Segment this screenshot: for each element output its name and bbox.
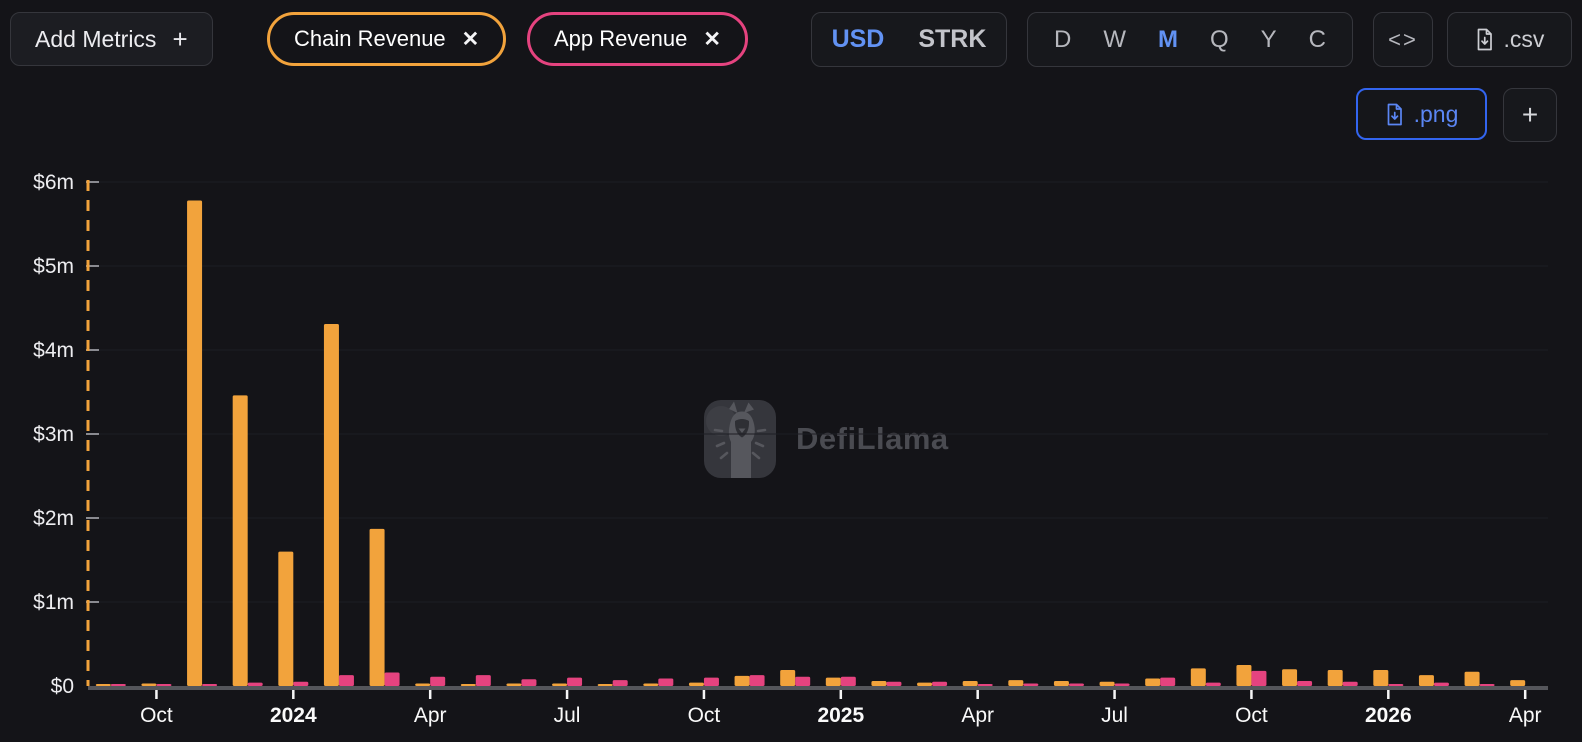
x-axis-tick bbox=[1387, 690, 1390, 699]
chart-bar-app-revenue-jan-2026[interactable] bbox=[1388, 684, 1403, 686]
chart-bar-app-revenue-mar-2025[interactable] bbox=[932, 682, 947, 686]
x-axis-tick bbox=[703, 690, 706, 699]
x-axis-tick bbox=[429, 690, 432, 699]
chart-bar-app-revenue-nov-2025[interactable] bbox=[1297, 681, 1312, 686]
chart-bar-app-revenue-sep-2024[interactable] bbox=[658, 678, 673, 686]
chart-bar-chain-revenue-nov-2024[interactable] bbox=[735, 676, 750, 686]
chart-bar-app-revenue-apr-2025[interactable] bbox=[978, 684, 993, 686]
y-axis-label: $1m bbox=[33, 591, 74, 614]
y-axis-label: $6m bbox=[33, 171, 74, 194]
x-axis-tick bbox=[566, 690, 569, 699]
x-axis-label: Apr bbox=[414, 704, 447, 727]
x-axis-label: Jul bbox=[554, 704, 581, 727]
x-axis-label: Oct bbox=[140, 704, 173, 727]
chart-bar-chain-revenue-mar-2024[interactable] bbox=[370, 529, 385, 686]
x-axis-label: 2026 bbox=[1365, 704, 1412, 727]
chart-bar-chain-revenue-dec-2024[interactable] bbox=[780, 670, 795, 686]
chart-bar-app-revenue-jan-2025[interactable] bbox=[841, 677, 856, 686]
chart-bar-chain-revenue-oct-2025[interactable] bbox=[1236, 665, 1251, 686]
chart-bar-chain-revenue-jun-2024[interactable] bbox=[506, 683, 521, 686]
chart-bar-app-revenue-jul-2024[interactable] bbox=[567, 678, 582, 686]
chart-bar-app-revenue-feb-2025[interactable] bbox=[886, 682, 901, 686]
chart-bar-app-revenue-nov-2024[interactable] bbox=[750, 675, 765, 686]
chart-bar-app-revenue-mar-2024[interactable] bbox=[385, 673, 400, 686]
chart-bar-chain-revenue-sep-2024[interactable] bbox=[643, 683, 658, 686]
chart-bar-app-revenue-dec-2023[interactable] bbox=[248, 683, 263, 686]
chart-bar-app-revenue-oct-2025[interactable] bbox=[1251, 671, 1266, 686]
chart-bar-chain-revenue-oct-2023[interactable] bbox=[141, 683, 156, 686]
chart-bar-chain-revenue-feb-2024[interactable] bbox=[324, 324, 339, 686]
chart-bar-chain-revenue-jun-2025[interactable] bbox=[1054, 681, 1069, 686]
chart-bar-chain-revenue-jan-2024[interactable] bbox=[278, 552, 293, 686]
chart-bar-chain-revenue-apr-2024[interactable] bbox=[415, 683, 430, 686]
x-axis-tick bbox=[1250, 690, 1253, 699]
y-axis-label: $3m bbox=[33, 423, 74, 446]
y-axis-label: $5m bbox=[33, 255, 74, 278]
chart-bar-app-revenue-dec-2024[interactable] bbox=[795, 677, 810, 686]
chart-bar-chain-revenue-apr-2025[interactable] bbox=[963, 681, 978, 686]
x-axis-tick bbox=[292, 690, 295, 699]
chart-bar-app-revenue-sep-2025[interactable] bbox=[1206, 683, 1221, 686]
chart-bar-app-revenue-oct-2023[interactable] bbox=[156, 684, 171, 686]
chart-bar-app-revenue-jan-2024[interactable] bbox=[293, 682, 308, 686]
chart-bar-chain-revenue-sep-2025[interactable] bbox=[1191, 668, 1206, 686]
chart-bar-chain-revenue-nov-2023[interactable] bbox=[187, 200, 202, 686]
chart-bar-chain-revenue-feb-2025[interactable] bbox=[871, 681, 886, 686]
chart-bar-chain-revenue-jul-2025[interactable] bbox=[1100, 682, 1115, 686]
chart-bar-app-revenue-sep-2023[interactable] bbox=[111, 684, 126, 686]
chart-bar-chain-revenue-jan-2026[interactable] bbox=[1373, 670, 1388, 686]
chart-bar-app-revenue-feb-2026[interactable] bbox=[1434, 683, 1449, 686]
chart-bar-app-revenue-may-2025[interactable] bbox=[1023, 683, 1038, 686]
chart-bar-chain-revenue-sep-2023[interactable] bbox=[96, 684, 111, 686]
chart-bar-chain-revenue-dec-2023[interactable] bbox=[233, 395, 248, 686]
chart-bar-app-revenue-dec-2025[interactable] bbox=[1343, 682, 1358, 686]
chart-bar-chain-revenue-mar-2025[interactable] bbox=[917, 683, 932, 686]
x-axis-tick bbox=[840, 690, 843, 699]
chart-bar-app-revenue-oct-2024[interactable] bbox=[704, 678, 719, 686]
chart-bar-app-revenue-jun-2025[interactable] bbox=[1069, 683, 1084, 686]
chart-bar-app-revenue-mar-2026[interactable] bbox=[1480, 684, 1495, 686]
y-axis-label: $2m bbox=[33, 507, 74, 530]
chart-bar-app-revenue-jul-2025[interactable] bbox=[1115, 683, 1130, 686]
x-axis-label: Oct bbox=[688, 704, 721, 727]
chart-bar-app-revenue-may-2024[interactable] bbox=[476, 675, 491, 686]
chart-bar-app-revenue-apr-2024[interactable] bbox=[430, 677, 445, 686]
chart-bar-chain-revenue-aug-2025[interactable] bbox=[1145, 678, 1160, 686]
chart-bar-chain-revenue-apr-2026[interactable] bbox=[1510, 680, 1525, 686]
chart-bar-chain-revenue-aug-2024[interactable] bbox=[598, 684, 613, 686]
chart-bar-chain-revenue-jul-2024[interactable] bbox=[552, 683, 567, 686]
revenue-bar-chart: $6m $5m $4m $3m $2m $1m $0 Oct 2024 Apr Jul Oct 2025… bbox=[0, 0, 1582, 742]
x-axis-label: Jul bbox=[1101, 704, 1128, 727]
x-axis-label: 2025 bbox=[817, 704, 864, 727]
x-axis-label: Oct bbox=[1235, 704, 1268, 727]
defillama-chart-page: Add Metrics + Chain Revenue ✕ App Revenu… bbox=[0, 0, 1582, 742]
x-axis-tick bbox=[976, 690, 979, 699]
chart-bar-chain-revenue-oct-2024[interactable] bbox=[689, 683, 704, 686]
chart-bar-chain-revenue-jan-2025[interactable] bbox=[826, 678, 841, 686]
chart-bar-chain-revenue-may-2024[interactable] bbox=[461, 684, 476, 686]
x-axis-label: 2024 bbox=[270, 704, 317, 727]
x-axis-label: Apr bbox=[1509, 704, 1542, 727]
chart-bar-app-revenue-nov-2023[interactable] bbox=[202, 684, 217, 686]
chart-bar-app-revenue-aug-2024[interactable] bbox=[613, 680, 628, 686]
chart-bar-chain-revenue-mar-2026[interactable] bbox=[1465, 672, 1480, 686]
y-axis-label: $0 bbox=[51, 675, 74, 698]
x-axis-tick bbox=[155, 690, 158, 699]
chart-bar-app-revenue-aug-2025[interactable] bbox=[1160, 678, 1175, 686]
x-axis-tick bbox=[1524, 690, 1527, 699]
y-axis-label: $4m bbox=[33, 339, 74, 362]
chart-bar-chain-revenue-dec-2025[interactable] bbox=[1328, 670, 1343, 686]
x-axis-tick bbox=[1113, 690, 1116, 699]
x-axis-label: Apr bbox=[961, 704, 994, 727]
chart-bar-app-revenue-jun-2024[interactable] bbox=[521, 679, 536, 686]
chart-bar-app-revenue-feb-2024[interactable] bbox=[339, 675, 354, 686]
chart-bar-chain-revenue-nov-2025[interactable] bbox=[1282, 669, 1297, 686]
chart-bar-chain-revenue-may-2025[interactable] bbox=[1008, 680, 1023, 686]
chart-bar-chain-revenue-feb-2026[interactable] bbox=[1419, 675, 1434, 686]
